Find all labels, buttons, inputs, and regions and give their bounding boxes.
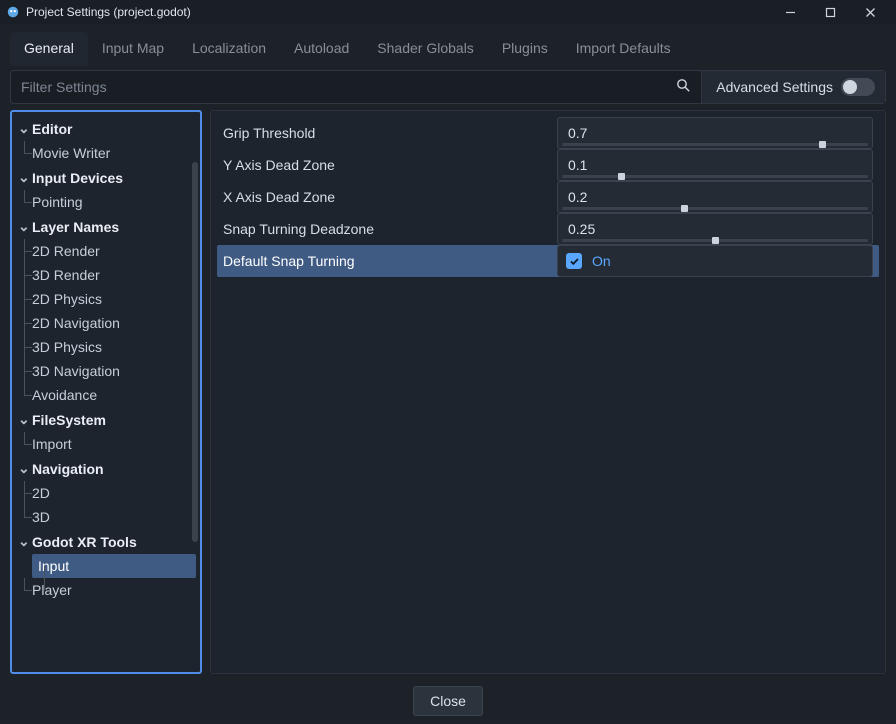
search-icon[interactable]: [666, 78, 701, 96]
slider-input[interactable]: 0.1: [557, 149, 873, 181]
slider-value: 0.2: [568, 189, 587, 205]
tab-input-map[interactable]: Input Map: [88, 32, 178, 66]
tree-item-2d[interactable]: 2D: [12, 481, 200, 505]
slider-input[interactable]: 0.25: [557, 213, 873, 245]
titlebar: Project Settings (project.godot): [0, 0, 896, 24]
tab-autoload[interactable]: Autoload: [280, 32, 363, 66]
scrollbar-thumb[interactable]: [192, 162, 198, 542]
tab-shader-globals[interactable]: Shader Globals: [363, 32, 488, 66]
tree-item-pointing[interactable]: Pointing: [12, 190, 200, 214]
category-editor[interactable]: ⌄Editor: [12, 116, 200, 141]
property-row-default-snap-turning: Default Snap Turning On: [217, 245, 879, 277]
chevron-down-icon: ⌄: [18, 533, 28, 550]
tree-item-3d[interactable]: 3D: [12, 505, 200, 529]
tree-item-player[interactable]: Player: [12, 578, 200, 602]
tabbar: GeneralInput MapLocalizationAutoloadShad…: [0, 24, 896, 66]
property-panel: Grip Threshold 0.7 Y Axis Dead Zone 0.1 X Ax…: [210, 110, 886, 674]
tab-import-defaults[interactable]: Import Defaults: [562, 32, 685, 66]
property-row-y-axis-dead-zone: Y Axis Dead Zone 0.1: [217, 149, 879, 181]
tree-item-3d-physics[interactable]: 3D Physics: [12, 335, 200, 359]
slider-value: 0.25: [568, 221, 595, 237]
category-input-devices[interactable]: ⌄Input Devices: [12, 165, 200, 190]
slider-thumb[interactable]: [712, 237, 719, 244]
category-layer-names[interactable]: ⌄Layer Names: [12, 214, 200, 239]
tree-item-2d-render[interactable]: 2D Render: [12, 239, 200, 263]
checkbox-icon[interactable]: [566, 253, 582, 269]
checkbox-input[interactable]: On: [557, 245, 873, 277]
close-button[interactable]: Close: [413, 686, 483, 716]
chevron-down-icon: ⌄: [18, 169, 28, 186]
settings-tree[interactable]: ⌄EditorMovie Writer⌄Input DevicesPointin…: [10, 110, 202, 674]
slider-thumb[interactable]: [681, 205, 688, 212]
dialog-footer: Close: [0, 678, 896, 724]
tree-item-3d-render[interactable]: 3D Render: [12, 263, 200, 287]
property-label: X Axis Dead Zone: [223, 189, 547, 205]
tree-item-avoidance[interactable]: Avoidance: [12, 383, 200, 407]
property-label: Snap Turning Deadzone: [223, 221, 547, 237]
tree-item-movie-writer[interactable]: Movie Writer: [12, 141, 200, 165]
property-label: Grip Threshold: [223, 125, 547, 141]
close-window-button[interactable]: [850, 0, 890, 24]
category-filesystem[interactable]: ⌄FileSystem: [12, 407, 200, 432]
slider-value: 0.1: [568, 157, 587, 173]
chevron-down-icon: ⌄: [18, 120, 28, 137]
tab-localization[interactable]: Localization: [178, 32, 280, 66]
category-godot-xr-tools[interactable]: ⌄Godot XR Tools: [12, 529, 200, 554]
advanced-settings-label: Advanced Settings: [716, 79, 833, 95]
filter-row: Advanced Settings: [10, 70, 886, 104]
slider-value: 0.7: [568, 125, 587, 141]
window-title: Project Settings (project.godot): [26, 5, 191, 19]
category-navigation[interactable]: ⌄Navigation: [12, 456, 200, 481]
app-icon: [6, 5, 20, 19]
toggle-switch[interactable]: [841, 78, 875, 96]
tree-item-3d-navigation[interactable]: 3D Navigation: [12, 359, 200, 383]
tab-plugins[interactable]: Plugins: [488, 32, 562, 66]
tab-general[interactable]: General: [10, 32, 88, 66]
minimize-button[interactable]: [770, 0, 810, 24]
tree-item-import[interactable]: Import: [12, 432, 200, 456]
tree-item-input[interactable]: Input: [32, 554, 196, 578]
tree-item-2d-navigation[interactable]: 2D Navigation: [12, 311, 200, 335]
chevron-down-icon: ⌄: [18, 460, 28, 477]
filter-input[interactable]: [11, 73, 666, 101]
property-row-x-axis-dead-zone: X Axis Dead Zone 0.2: [217, 181, 879, 213]
tree-item-2d-physics[interactable]: 2D Physics: [12, 287, 200, 311]
slider-input[interactable]: 0.2: [557, 181, 873, 213]
property-row-grip-threshold: Grip Threshold 0.7: [217, 117, 879, 149]
slider-thumb[interactable]: [618, 173, 625, 180]
property-label: Default Snap Turning: [223, 253, 547, 269]
checkbox-label: On: [592, 253, 611, 269]
slider-thumb[interactable]: [819, 141, 826, 148]
advanced-settings-toggle[interactable]: Advanced Settings: [701, 71, 885, 103]
chevron-down-icon: ⌄: [18, 411, 28, 428]
property-label: Y Axis Dead Zone: [223, 157, 547, 173]
maximize-button[interactable]: [810, 0, 850, 24]
property-row-snap-turning-deadzone: Snap Turning Deadzone 0.25: [217, 213, 879, 245]
chevron-down-icon: ⌄: [18, 218, 28, 235]
slider-input[interactable]: 0.7: [557, 117, 873, 149]
